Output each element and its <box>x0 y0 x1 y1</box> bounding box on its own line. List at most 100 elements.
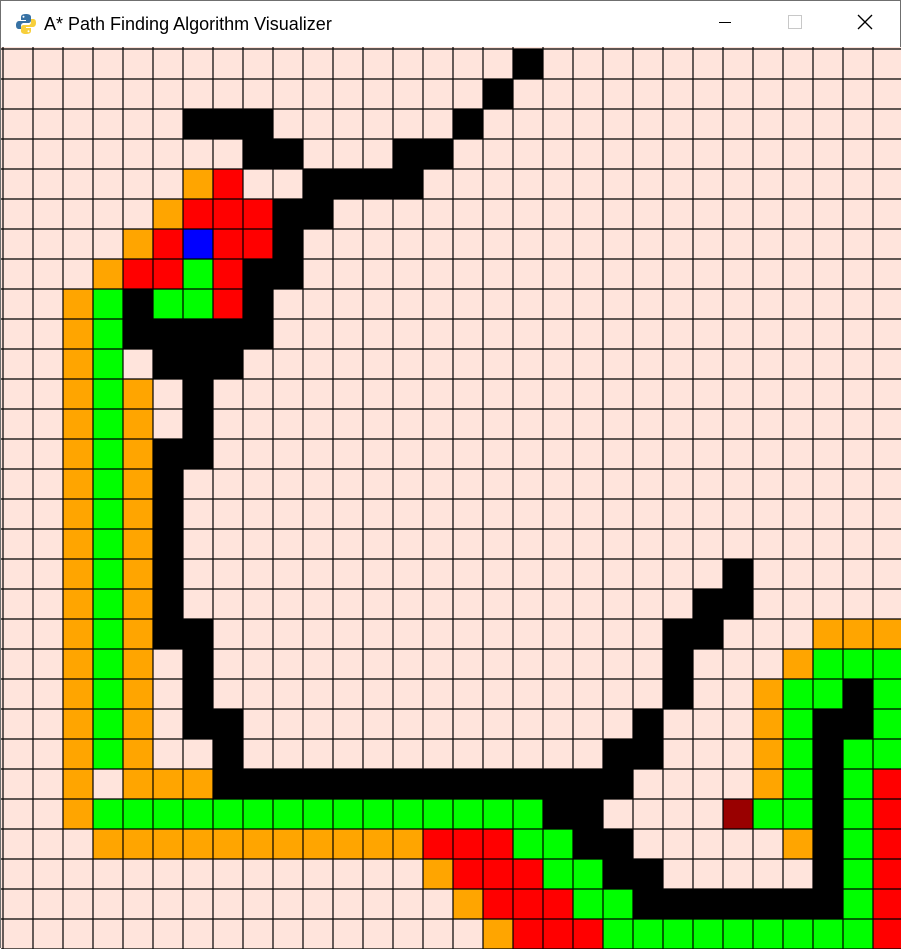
barrier-cell[interactable] <box>393 139 423 169</box>
barrier-cell[interactable] <box>153 439 183 469</box>
barrier-cell[interactable] <box>813 799 843 829</box>
open-cell[interactable] <box>423 829 453 859</box>
open-cell[interactable] <box>483 829 513 859</box>
barrier-cell[interactable] <box>303 169 333 199</box>
closed-cell[interactable] <box>573 859 603 889</box>
path-cell[interactable] <box>873 619 901 649</box>
closed-cell[interactable] <box>843 829 873 859</box>
open-cell[interactable] <box>213 229 243 259</box>
path-cell[interactable] <box>843 619 873 649</box>
grid-canvas[interactable] <box>1 47 901 949</box>
barrier-cell[interactable] <box>453 109 483 139</box>
barrier-cell[interactable] <box>603 769 633 799</box>
closed-cell[interactable] <box>333 799 363 829</box>
barrier-cell[interactable] <box>213 109 243 139</box>
path-cell[interactable] <box>123 229 153 259</box>
path-cell[interactable] <box>123 679 153 709</box>
path-cell[interactable] <box>303 829 333 859</box>
open-cell[interactable] <box>243 199 273 229</box>
closed-cell[interactable] <box>843 859 873 889</box>
path-cell[interactable] <box>333 829 363 859</box>
barrier-cell[interactable] <box>183 319 213 349</box>
path-cell[interactable] <box>63 739 93 769</box>
barrier-cell[interactable] <box>423 139 453 169</box>
path-cell[interactable] <box>123 439 153 469</box>
path-cell[interactable] <box>453 889 483 919</box>
barrier-cell[interactable] <box>183 439 213 469</box>
closed-cell[interactable] <box>513 829 543 859</box>
path-cell[interactable] <box>123 559 153 589</box>
path-cell[interactable] <box>63 349 93 379</box>
open-cell[interactable] <box>513 889 543 919</box>
open-cell[interactable] <box>873 829 901 859</box>
path-cell[interactable] <box>63 439 93 469</box>
closed-cell[interactable] <box>783 799 813 829</box>
path-cell[interactable] <box>783 829 813 859</box>
path-cell[interactable] <box>63 289 93 319</box>
closed-cell[interactable] <box>93 619 123 649</box>
barrier-cell[interactable] <box>243 109 273 139</box>
barrier-cell[interactable] <box>723 889 753 919</box>
open-cell[interactable] <box>153 229 183 259</box>
maximize-button[interactable] <box>760 1 830 47</box>
path-cell[interactable] <box>63 379 93 409</box>
path-cell[interactable] <box>813 619 843 649</box>
pathfinding-grid[interactable] <box>1 47 901 949</box>
barrier-cell[interactable] <box>423 769 453 799</box>
path-cell[interactable] <box>123 499 153 529</box>
barrier-cell[interactable] <box>813 739 843 769</box>
closed-cell[interactable] <box>513 799 543 829</box>
barrier-cell[interactable] <box>243 319 273 349</box>
closed-cell[interactable] <box>783 919 813 949</box>
close-button[interactable] <box>830 1 900 47</box>
open-cell[interactable] <box>543 919 573 949</box>
path-cell[interactable] <box>243 829 273 859</box>
barrier-cell[interactable] <box>813 709 843 739</box>
open-cell[interactable] <box>153 259 183 289</box>
barrier-cell[interactable] <box>153 349 183 379</box>
path-cell[interactable] <box>63 409 93 439</box>
closed-cell[interactable] <box>393 799 423 829</box>
path-cell[interactable] <box>123 619 153 649</box>
barrier-cell[interactable] <box>603 829 633 859</box>
closed-cell[interactable] <box>93 649 123 679</box>
barrier-cell[interactable] <box>573 829 603 859</box>
open-cell[interactable] <box>513 859 543 889</box>
closed-cell[interactable] <box>93 739 123 769</box>
closed-cell[interactable] <box>153 289 183 319</box>
open-cell[interactable] <box>243 229 273 259</box>
barrier-cell[interactable] <box>633 709 663 739</box>
barrier-cell[interactable] <box>543 799 573 829</box>
barrier-cell[interactable] <box>183 379 213 409</box>
barrier-cell[interactable] <box>273 229 303 259</box>
path-cell[interactable] <box>63 649 93 679</box>
closed-cell[interactable] <box>93 589 123 619</box>
path-cell[interactable] <box>153 769 183 799</box>
barrier-cell[interactable] <box>183 679 213 709</box>
closed-cell[interactable] <box>93 529 123 559</box>
closed-cell[interactable] <box>753 799 783 829</box>
barrier-cell[interactable] <box>183 349 213 379</box>
path-cell[interactable] <box>63 799 93 829</box>
closed-cell[interactable] <box>153 799 183 829</box>
closed-cell[interactable] <box>93 409 123 439</box>
barrier-cell[interactable] <box>813 769 843 799</box>
barrier-cell[interactable] <box>543 769 573 799</box>
barrier-cell[interactable] <box>183 109 213 139</box>
path-cell[interactable] <box>63 529 93 559</box>
closed-cell[interactable] <box>783 679 813 709</box>
path-cell[interactable] <box>123 379 153 409</box>
barrier-cell[interactable] <box>393 769 423 799</box>
barrier-cell[interactable] <box>183 649 213 679</box>
path-cell[interactable] <box>63 589 93 619</box>
barrier-cell[interactable] <box>153 589 183 619</box>
title-bar[interactable]: A* Path Finding Algorithm Visualizer <box>1 1 900 47</box>
barrier-cell[interactable] <box>243 259 273 289</box>
closed-cell[interactable] <box>93 799 123 829</box>
barrier-cell[interactable] <box>363 769 393 799</box>
closed-cell[interactable] <box>183 799 213 829</box>
closed-cell[interactable] <box>93 709 123 739</box>
barrier-cell[interactable] <box>393 169 423 199</box>
path-cell[interactable] <box>153 829 183 859</box>
path-cell[interactable] <box>423 859 453 889</box>
